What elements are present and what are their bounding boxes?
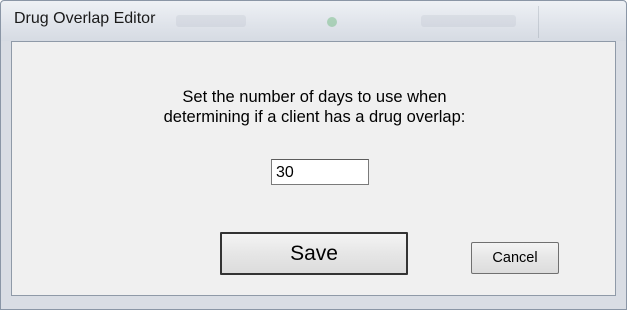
title-bar[interactable]: Drug Overlap Editor bbox=[1, 1, 626, 41]
background-blur-line bbox=[538, 6, 539, 38]
cancel-button[interactable]: Cancel bbox=[471, 242, 559, 274]
dialog-window: Drug Overlap Editor Set the number of da… bbox=[0, 0, 627, 310]
dialog-content: Set the number of days to use when deter… bbox=[11, 41, 616, 296]
background-blur-dot bbox=[327, 17, 337, 27]
instruction-line-2: determining if a client has a drug overl… bbox=[163, 108, 466, 126]
window-title: Drug Overlap Editor bbox=[14, 10, 156, 27]
save-button[interactable]: Save bbox=[220, 232, 408, 275]
overlap-days-input[interactable] bbox=[271, 159, 369, 185]
instruction-text: Set the number of days to use when deter… bbox=[12, 87, 617, 127]
instruction-line-1: Set the number of days to use when bbox=[182, 88, 447, 106]
background-blur-shape bbox=[421, 15, 516, 27]
background-blur-shape bbox=[176, 15, 246, 27]
